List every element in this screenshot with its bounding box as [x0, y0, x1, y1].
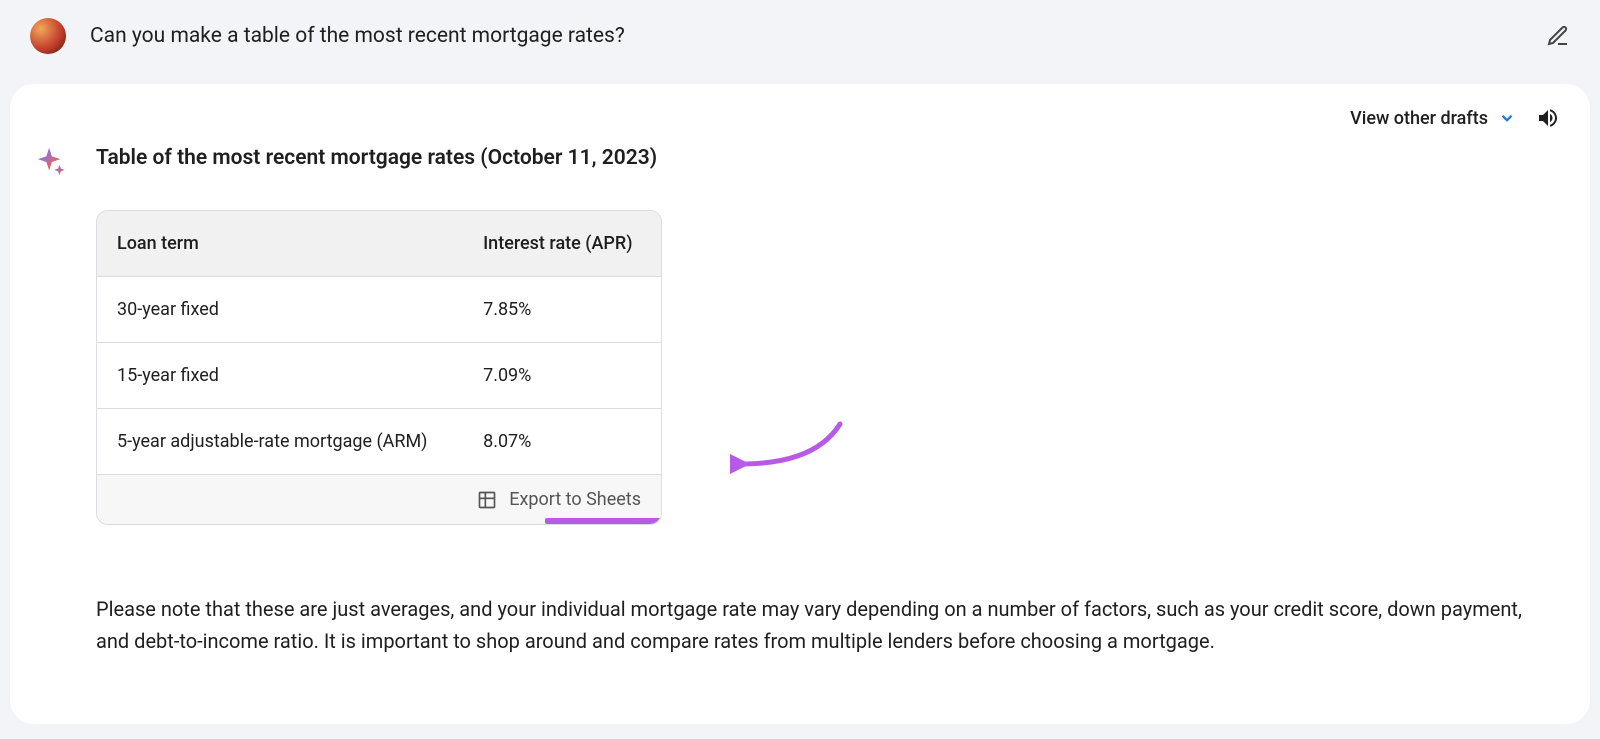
- cell-rate: 8.07%: [463, 409, 661, 475]
- table-header-row: Loan term Interest rate (APR): [97, 211, 661, 277]
- header-interest-rate: Interest rate (APR): [463, 211, 661, 277]
- response-note: Please note that these are just averages…: [96, 593, 1544, 657]
- prompt-text: Can you make a table of the most recent …: [90, 24, 1546, 48]
- table-row: 5-year adjustable-rate mortgage (ARM) 8.…: [97, 409, 661, 475]
- cell-term: 5-year adjustable-rate mortgage (ARM): [97, 409, 463, 475]
- annotation-underline: [545, 518, 662, 524]
- prompt-bar: Can you make a table of the most recent …: [0, 0, 1600, 72]
- avatar: [30, 18, 66, 54]
- response-content: Table of the most recent mortgage rates …: [96, 146, 1564, 657]
- speaker-icon[interactable]: [1536, 106, 1560, 130]
- response-body: Table of the most recent mortgage rates …: [36, 138, 1564, 657]
- header-loan-term: Loan term: [97, 211, 463, 277]
- view-drafts-label: View other drafts: [1350, 108, 1488, 129]
- cell-rate: 7.85%: [463, 277, 661, 343]
- spreadsheet-icon: [477, 490, 497, 510]
- table-row: 15-year fixed 7.09%: [97, 343, 661, 409]
- response-card: View other drafts Table of the most re: [10, 84, 1590, 724]
- export-label: Export to Sheets: [509, 489, 641, 510]
- cell-term: 15-year fixed: [97, 343, 463, 409]
- card-top-actions: View other drafts: [36, 102, 1564, 138]
- sparkle-icon: [36, 146, 66, 176]
- rates-table: Loan term Interest rate (APR) 30-year fi…: [97, 211, 661, 475]
- rates-table-container: Loan term Interest rate (APR) 30-year fi…: [96, 210, 662, 525]
- cell-rate: 7.09%: [463, 343, 661, 409]
- response-title: Table of the most recent mortgage rates …: [96, 146, 1544, 170]
- edit-icon[interactable]: [1546, 24, 1570, 48]
- export-to-sheets-button[interactable]: Export to Sheets: [97, 475, 661, 524]
- chevron-down-icon: [1498, 109, 1516, 127]
- view-other-drafts-button[interactable]: View other drafts: [1350, 108, 1516, 129]
- cell-term: 30-year fixed: [97, 277, 463, 343]
- table-row: 30-year fixed 7.85%: [97, 277, 661, 343]
